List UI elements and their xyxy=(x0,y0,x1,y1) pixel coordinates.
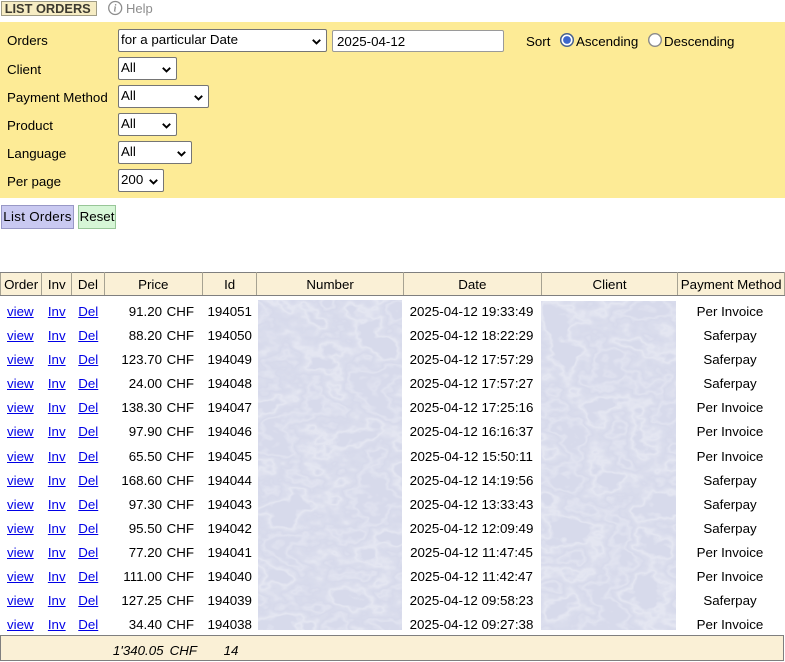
svg-text:i: i xyxy=(114,4,117,15)
